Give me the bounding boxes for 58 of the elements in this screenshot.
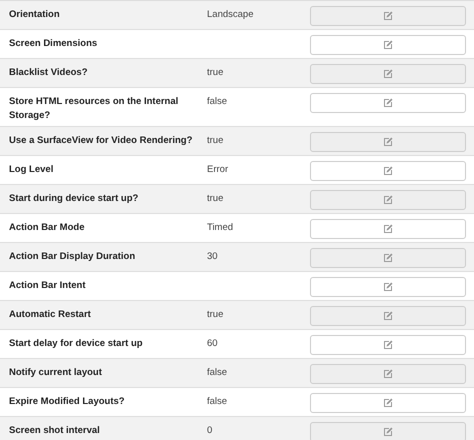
edit-icon	[383, 427, 393, 437]
edit-button[interactable]	[310, 393, 466, 413]
setting-label: Notify current layout	[9, 366, 103, 380]
setting-value: Error	[207, 163, 230, 177]
setting-label: Blacklist Videos?	[9, 66, 88, 80]
edit-icon	[383, 253, 393, 263]
setting-label: Screen shot interval	[9, 424, 101, 438]
setting-value: false	[207, 395, 228, 409]
edit-button[interactable]	[310, 422, 466, 440]
setting-value: Landscape	[207, 8, 254, 22]
edit-icon	[383, 69, 393, 79]
edit-button[interactable]	[310, 248, 466, 268]
edit-icon	[383, 11, 393, 21]
edit-icon	[383, 311, 393, 321]
setting-label: Use a SurfaceView for Video Rendering?	[9, 134, 194, 148]
setting-label: Expire Modified Layouts?	[9, 395, 126, 409]
setting-label: Start during device start up?	[9, 192, 140, 206]
edit-icon	[383, 195, 393, 205]
edit-button[interactable]	[310, 364, 466, 384]
setting-value: false	[207, 95, 228, 109]
edit-button[interactable]	[310, 64, 466, 84]
setting-value: Timed	[207, 221, 234, 235]
setting-label: Log Level	[9, 163, 54, 177]
setting-label: Automatic Restart	[9, 308, 92, 322]
setting-value: false	[207, 366, 228, 380]
setting-label: Orientation	[9, 8, 61, 22]
edit-button[interactable]	[310, 277, 466, 297]
edit-button[interactable]	[310, 306, 466, 326]
edit-button[interactable]	[310, 219, 466, 239]
setting-value: true	[207, 308, 224, 322]
edit-button[interactable]	[310, 190, 466, 210]
edit-icon	[383, 398, 393, 408]
edit-button[interactable]	[310, 93, 466, 113]
setting-label: Screen Dimensions	[9, 37, 98, 51]
edit-button[interactable]	[310, 6, 466, 26]
setting-label: Action Bar Intent	[9, 279, 87, 293]
edit-icon	[383, 340, 393, 350]
edit-icon	[383, 166, 393, 176]
edit-icon	[383, 282, 393, 292]
edit-icon	[383, 137, 393, 147]
setting-value: 0	[207, 424, 214, 438]
setting-value: true	[207, 66, 224, 80]
setting-value: true	[207, 134, 224, 148]
setting-label: Store HTML resources on the Internal Storage?	[9, 95, 180, 123]
edit-icon	[383, 369, 393, 379]
edit-icon	[383, 40, 393, 50]
setting-label: Action Bar Display Duration	[9, 250, 136, 264]
setting-label: Start delay for device start up	[9, 337, 144, 351]
setting-value: true	[207, 192, 224, 206]
edit-icon	[383, 224, 393, 234]
edit-button[interactable]	[310, 132, 466, 152]
edit-button[interactable]	[310, 335, 466, 355]
edit-button[interactable]	[310, 161, 466, 181]
setting-label: Action Bar Mode	[9, 221, 86, 235]
setting-value: 60	[207, 337, 219, 351]
edit-icon	[383, 98, 393, 108]
setting-value: 30	[207, 250, 219, 264]
edit-button[interactable]	[310, 35, 466, 55]
